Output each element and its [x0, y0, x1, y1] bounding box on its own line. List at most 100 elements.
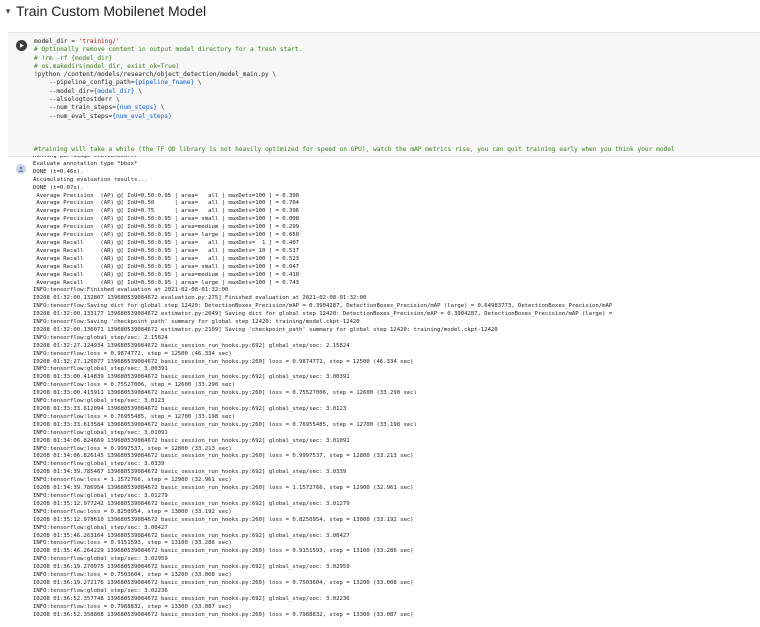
output-line: I0208 01:32:00.133177 139680539084672 es…	[33, 311, 613, 318]
code-token: \	[134, 87, 143, 95]
code-line: --num_eval_steps={num_eval_steps}	[34, 113, 760, 121]
output-line: I0208 01:32:00.136071 139680539084672 es…	[33, 326, 498, 333]
output-line: Average Precision (AP) @[ IoU=0.50:0.95 …	[33, 224, 300, 231]
output-line: I0208 01:36:52.358808 139680539084672 ba…	[33, 611, 414, 618]
code-token: --alsologtostderr \	[34, 96, 120, 104]
code-token: !python /content/models/research/object_…	[34, 71, 277, 79]
section-header: ▾ Train Custom Mobilenet Model	[0, 0, 760, 22]
code-line: #training will take a while (the TF OD l…	[34, 146, 760, 154]
code-line: --model_dir={model_dir} \	[34, 88, 760, 96]
output-line: Average Precision (AP) @[ IoU=0.50:0.95 …	[33, 232, 300, 239]
output-line: INFO:tensorflow:global_step/sec: 3.02236	[33, 587, 168, 594]
output-line: INFO:tensorflow:global_step/sec: 3.01279	[33, 492, 168, 499]
output-line: INFO:tensorflow:loss = 1.1572766, step =…	[33, 477, 232, 484]
output-line: INFO:tensorflow:Saving dict for global s…	[33, 303, 613, 310]
play-icon[interactable]	[16, 40, 27, 51]
output-line: INFO:tensorflow:loss = 0.75527006, step …	[33, 382, 236, 389]
output-line: INFO:tensorflow:loss = 0.7503604, step =…	[33, 572, 232, 579]
output-line: I0208 01:33:00.415911 139680539084672 ba…	[33, 390, 417, 397]
code-token: --pipeline_config_path=	[34, 79, 135, 87]
code-token: --num_train_steps=	[34, 104, 116, 112]
output-line: Average Recall (AR) @[ IoU=0.50:0.95 | a…	[33, 255, 300, 262]
output-toggle-icon[interactable]	[16, 164, 26, 174]
code-token: {num_eval_steps}	[112, 112, 172, 120]
output-line: INFO:tensorflow:global_step/sec: 3.00427	[33, 524, 168, 531]
output-line: I0208 01:33:33.612094 139680539084672 ba…	[33, 406, 347, 412]
code-line: --num_train_steps={num_steps} \	[34, 104, 760, 112]
section-title: Train Custom Mobilenet Model	[16, 3, 207, 19]
output-line: I0208 01:35:46.264229 139680539084672 ba…	[33, 548, 414, 555]
output-line: INFO:tensorflow:loss = 0.9874772, step =…	[33, 350, 232, 357]
code-line: # !rm -rf {model_dir}	[34, 55, 760, 63]
output-line: I0208 01:34:39.786954 139680539084672 ba…	[33, 485, 414, 492]
output-line: I0208 01:33:33.613584 139680539084672 ba…	[33, 421, 417, 428]
output-line: Average Recall (AR) @[ IoU=0.50:0.95 | a…	[33, 239, 300, 246]
code-line: !python /content/models/research/object_…	[34, 71, 760, 79]
output-line: I0208 01:32:27.124934 139680539084672 ba…	[33, 342, 350, 349]
output-line: Evaluate annotation type *bbox*	[33, 160, 138, 167]
output-line: INFO:tensorflow:loss = 0.9151593, step =…	[33, 540, 232, 547]
code-token: # !rm -rf {model_dir}	[34, 54, 113, 62]
code-line: # Optionally remove content in output mo…	[34, 46, 760, 54]
output-line: I0208 01:35:12.977242 139680539084672 ba…	[33, 500, 350, 507]
output-line: INFO:tensorflow:global_step/sec: 3.02959	[33, 556, 168, 563]
output-line: INFO:tensorflow:global_step/sec: 2.15824	[33, 334, 168, 341]
output-line: INFO:tensorflow:loss = 0.7988832, step =…	[33, 603, 232, 610]
code-token: # os.makedirs(model_dir, exist_ok=True)	[34, 62, 180, 70]
code-token: {num_steps}	[115, 104, 157, 112]
code-cell[interactable]: model_dir = 'training/' # Optionally remo…	[8, 32, 760, 157]
output-line: I0208 01:34:06.826145 139680539084672 ba…	[33, 453, 414, 460]
code-line: --pipeline_config_path={pipeline_fname} …	[34, 79, 760, 87]
code-token: --num_eval_steps=	[34, 112, 113, 120]
output-line: Average Precision (AP) @[ IoU=0.50:0.95 …	[33, 192, 300, 199]
output-line: Average Recall (AR) @[ IoU=0.50:0.95 | a…	[33, 263, 300, 270]
output-line: I0208 01:35:46.263164 139680539084672 ba…	[33, 532, 350, 539]
output-line: I0208 01:33:00.414839 139680539084672 ba…	[33, 374, 350, 381]
output-line: Average Recall (AR) @[ IoU=0.50:0.95 | a…	[33, 271, 300, 278]
output-line: INFO:tensorflow:Saving 'checkpoint_path'…	[33, 319, 360, 326]
code-token: 'training/'	[78, 38, 120, 45]
output-line: I0208 01:32:00.132807 139680539084672 ev…	[33, 295, 367, 302]
output-line: INFO:tensorflow:global_step/sec: 3.0339	[33, 461, 165, 468]
output-log: Running per image evaluation... Evaluate …	[33, 156, 760, 619]
code-token: \	[156, 104, 165, 112]
code-token: --model_dir=	[34, 87, 94, 95]
code-editor[interactable]: model_dir = 'training/' # Optionally remo…	[34, 38, 760, 154]
code-token: #training will take a while (the TF OD l…	[34, 145, 675, 153]
output-line: Average Recall (AR) @[ IoU=0.50:0.95 | a…	[33, 247, 300, 254]
output-line: Average Precision (AP) @[ IoU=0.50 | are…	[33, 200, 300, 207]
code-token: # Optionally remove content in output mo…	[34, 46, 303, 54]
output-line: Average Precision (AP) @[ IoU=0.75 | are…	[33, 208, 300, 215]
code-token: {pipeline_fname}	[134, 79, 195, 87]
code-line: # os.makedirs(model_dir, exist_ok=True)	[34, 63, 760, 71]
output-line: I0208 01:35:12.978610 139680539084672 ba…	[33, 516, 414, 523]
output-line: Average Recall (AR) @[ IoU=0.50:0.95 | a…	[33, 279, 300, 286]
output-line: INFO:tensorflow:Finished evaluation at 2…	[33, 287, 229, 294]
output-line: INFO:tensorflow:loss = 0.8250954, step =…	[33, 508, 232, 515]
output-line: INFO:tensorflow:loss = 0.76955485, step …	[33, 413, 236, 420]
output-line: I0208 01:36:19.270975 139680539084672 ba…	[33, 564, 350, 571]
code-token: \	[194, 79, 202, 87]
output-line: INFO:tensorflow:global_step/sec: 3.01091	[33, 429, 168, 436]
output-line: Accumulating evaluation results...	[33, 176, 148, 183]
output-line: Average Precision (AP) @[ IoU=0.50:0.95 …	[33, 216, 300, 223]
output-line: I0208 01:34:39.785467 139680539084672 ba…	[33, 469, 347, 476]
output-line: DONE (t=0.46s).	[33, 168, 84, 175]
code-line: --alsologtostderr \	[34, 96, 760, 104]
output-line: DONE (t=0.07s).	[33, 184, 84, 191]
code-token: {model_dir}	[93, 87, 135, 95]
output-line: INFO:tensorflow:global_step/sec: 3.0123	[33, 398, 165, 405]
output-line: I0208 01:32:27.126077 139680539084672 ba…	[33, 358, 414, 365]
cell-output: Running per image evaluation... Evaluate …	[8, 156, 760, 627]
output-line: I0208 01:36:19.272176 139680539084672 ba…	[33, 579, 414, 586]
code-token: model_dir =	[34, 38, 79, 45]
caret-down-icon[interactable]: ▾	[2, 5, 14, 17]
output-line: INFO:tensorflow:loss = 0.9997537, step =…	[33, 445, 232, 452]
output-line: INFO:tensorflow:global_step/sec: 3.00391	[33, 366, 168, 373]
output-line: I0208 01:36:52.357748 139680539084672 ba…	[33, 595, 350, 602]
output-line: I0208 01:34:06.824669 139680539084672 ba…	[33, 437, 350, 444]
code-line: model_dir = 'training/'	[34, 38, 760, 46]
